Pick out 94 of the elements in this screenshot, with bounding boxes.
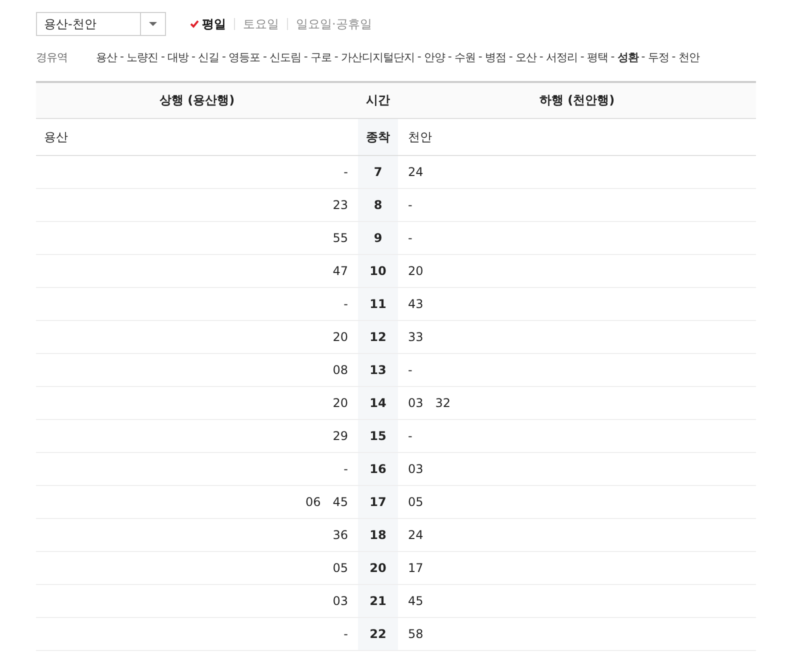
column-header: 상행 (용산행) (158, 92, 236, 109)
hour-cell: 14 (370, 396, 386, 410)
minute-cell: - (408, 198, 412, 212)
station-name: 천안 (678, 50, 700, 65)
day-tab[interactable]: 토요일 (235, 16, 287, 32)
station-name: 평택 (586, 50, 608, 65)
station-name: 용산 (96, 50, 117, 65)
separator: - (610, 50, 614, 65)
station-name: 노량진 (126, 50, 158, 65)
minute-cell: - (344, 462, 348, 476)
via-label: 경유역 (36, 50, 68, 65)
hour-cell: 11 (370, 297, 386, 311)
minute-cell: 55 (332, 231, 348, 245)
minute-cell: - (408, 429, 412, 443)
separator: - (539, 50, 543, 65)
separator: - (580, 50, 584, 65)
separator: - (191, 50, 195, 65)
separator: - (478, 50, 482, 65)
column-header: 하행 (천안행) (538, 92, 616, 109)
separator: - (672, 50, 676, 65)
hour-cell: 18 (370, 528, 386, 542)
hour-cell: 22 (370, 627, 386, 641)
check-icon (190, 20, 199, 28)
minute-cell: 47 (332, 264, 348, 278)
hour-cell: 9 (374, 231, 382, 245)
minute-cell: 05 (332, 561, 348, 575)
hour-cell: 17 (370, 495, 386, 509)
separator: - (160, 50, 164, 65)
caret-icon (149, 22, 157, 26)
station-header: 용산 (44, 128, 68, 146)
station-name: 구로 (310, 50, 332, 65)
separator: - (417, 50, 421, 65)
minute-cell: 58 (408, 627, 424, 641)
hour-cell: 12 (370, 330, 386, 344)
hour-cell: 21 (370, 594, 386, 608)
separator: - (334, 50, 338, 65)
minute-cell: - (408, 363, 412, 377)
hour-cell: 20 (370, 561, 386, 575)
minute-cell: 20 (408, 264, 424, 278)
separator: - (448, 50, 452, 65)
minute-cell: 05 (408, 495, 424, 509)
hour-cell: 13 (370, 363, 386, 377)
station-name: 수원 (454, 50, 476, 65)
hour-cell: 16 (370, 462, 386, 476)
minute-cell: 03 (332, 594, 348, 608)
station-name: 신도림 (269, 50, 301, 65)
minute-cell: 29 (332, 429, 348, 443)
separator: - (508, 50, 512, 65)
station-name: 오산 (515, 50, 536, 65)
minute-cell: 17 (408, 561, 424, 575)
minute-cell: 20 (332, 396, 348, 410)
station-name: 성환 (617, 50, 638, 65)
station-name: 가산디지털단지 (340, 50, 414, 65)
station-header: 천안 (408, 128, 432, 146)
hour-cell: 15 (370, 429, 386, 443)
minute-cell: 43 (408, 297, 424, 311)
minute-cell: 32 (435, 396, 451, 410)
minute-cell: 45 (408, 594, 424, 608)
minute-cell: 45 (332, 495, 348, 509)
station-name: 두정 (648, 50, 669, 65)
minute-cell: - (344, 165, 348, 179)
dropdown-value: 용산-천안 (43, 16, 98, 32)
hour-cell: 7 (374, 165, 382, 179)
day-tab[interactable]: 일요일·공휴일 (288, 16, 380, 32)
station-name: 안양 (424, 50, 445, 65)
minute-cell: 23 (332, 198, 348, 212)
separator: - (222, 50, 226, 65)
minute-cell: 08 (332, 363, 348, 377)
station-name: 영등포 (228, 50, 260, 65)
minute-cell: 33 (408, 330, 424, 344)
station-name: 병점 (484, 50, 506, 65)
minute-cell: 03 (408, 396, 424, 410)
day-tab[interactable]: 평일 (182, 16, 234, 32)
station-name: 서정리 (546, 50, 578, 65)
separator: - (120, 50, 124, 65)
minute-cell: 24 (408, 165, 424, 179)
minute-cell: - (344, 627, 348, 641)
separator: - (262, 50, 266, 65)
separator: - (304, 50, 308, 65)
column-header: 시간 (365, 92, 391, 109)
minute-cell: 20 (332, 330, 348, 344)
station-header: 종착 (366, 128, 390, 146)
minute-cell: 06 (305, 495, 321, 509)
minute-cell: 03 (408, 462, 424, 476)
minute-cell: - (408, 231, 412, 245)
hour-cell: 10 (370, 264, 386, 278)
hour-cell: 8 (374, 198, 382, 212)
station-name: 대방 (167, 50, 188, 65)
minute-cell: 36 (332, 528, 348, 542)
route-dropdown[interactable]: 용산-천안 (36, 12, 166, 36)
minute-cell: 24 (408, 528, 424, 542)
separator: - (641, 50, 645, 65)
minute-cell: - (344, 297, 348, 311)
station-name: 신길 (198, 50, 219, 65)
